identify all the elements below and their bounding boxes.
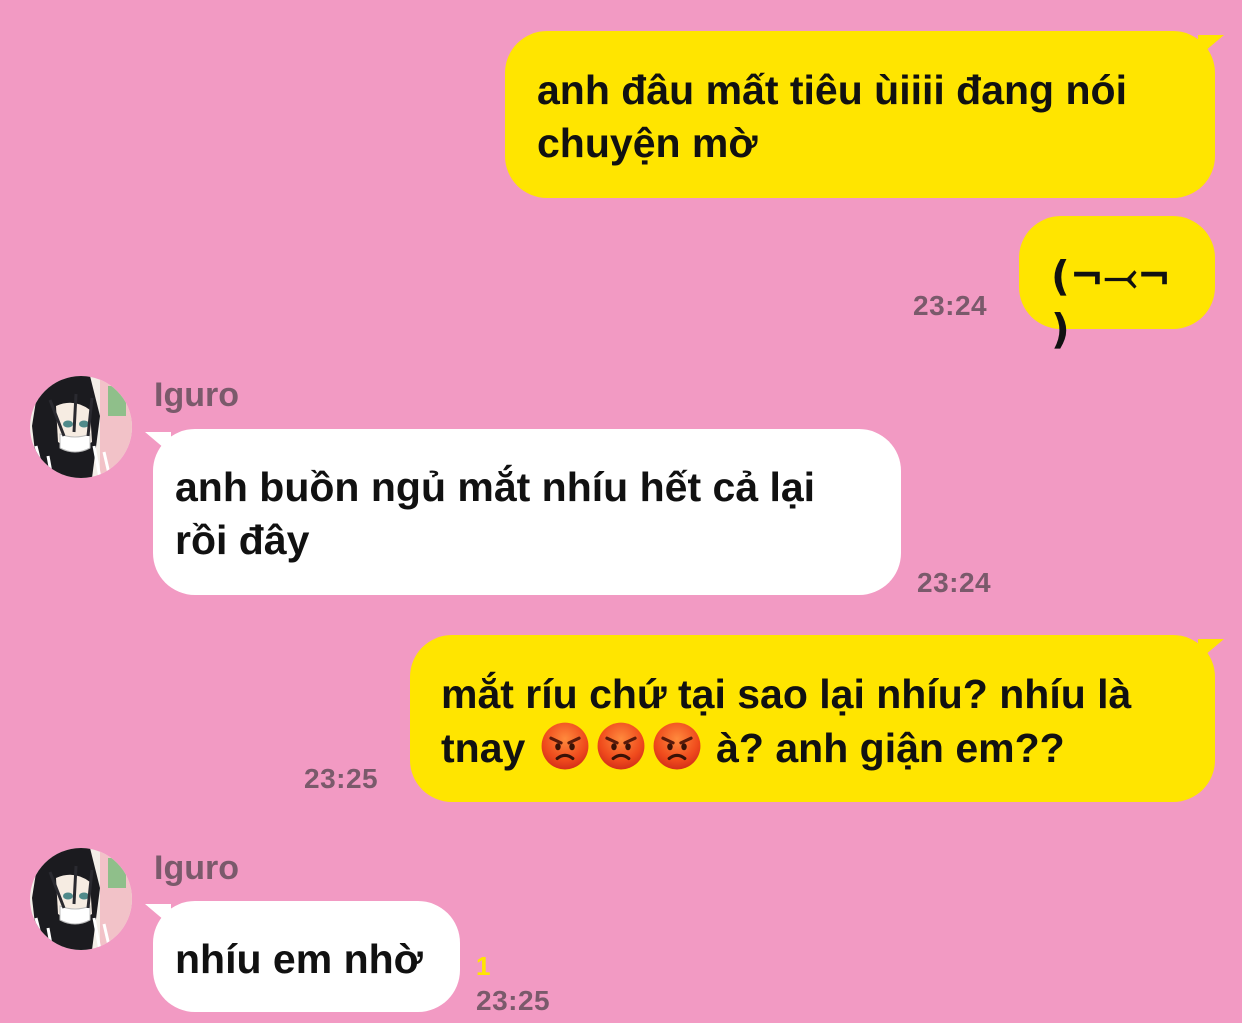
sender-name: Iguro — [154, 849, 239, 887]
bubble-tail — [1198, 35, 1224, 57]
message-text-line: tnay à? anh giận em?? — [441, 721, 1195, 775]
avatar-image — [30, 376, 132, 478]
sender-avatar[interactable] — [30, 376, 132, 478]
message-text-line: nhíu em nhờ — [175, 936, 423, 982]
message-text-line: mắt ríu chứ tại sao lại nhíu? nhíu là — [441, 671, 1132, 717]
message-timestamp: 23:25 — [304, 763, 379, 794]
read-count: 1 — [476, 951, 491, 981]
kaomoji-text: (¬⤙¬ ) — [1051, 252, 1172, 353]
avatar-image — [30, 848, 132, 950]
bubble-tail — [1198, 639, 1224, 661]
message-text-line: anh buồn ngủ mắt nhíu hết cả lại — [175, 464, 816, 510]
angry-face-emoji-icon — [540, 721, 590, 771]
message-timestamp: 23:25 — [476, 985, 551, 1016]
outgoing-message[interactable]: anh đâu mất tiêu ùiiii đang nói chuyện m… — [505, 31, 1215, 198]
outgoing-message[interactable]: (¬⤙¬ ) — [1019, 216, 1215, 353]
message-text-line: chuyện mờ — [537, 120, 758, 166]
sender-name: Iguro — [154, 376, 239, 414]
outgoing-message[interactable]: mắt ríu chứ tại sao lại nhíu? nhíu là tn… — [410, 635, 1215, 802]
incoming-message[interactable]: anh buồn ngủ mắt nhíu hết cả lại rồi đây — [153, 429, 901, 595]
angry-face-emoji-icon — [596, 721, 646, 771]
message-timestamp: 23:24 — [917, 567, 992, 598]
message-text-fragment: à? anh giận em?? — [716, 725, 1065, 771]
message-text-line: rồi đây — [175, 517, 310, 563]
message-text-line: anh đâu mất tiêu ùiiii đang nói — [537, 67, 1127, 113]
incoming-message[interactable]: nhíu em nhờ — [153, 901, 460, 1012]
message-timestamp: 23:24 — [913, 290, 988, 321]
chat-background: anh đâu mất tiêu ùiiii đang nói chuyện m… — [0, 0, 1242, 1023]
message-text-fragment: tnay — [441, 725, 526, 771]
sender-avatar[interactable] — [30, 848, 132, 950]
angry-face-emoji-icon — [652, 721, 702, 771]
